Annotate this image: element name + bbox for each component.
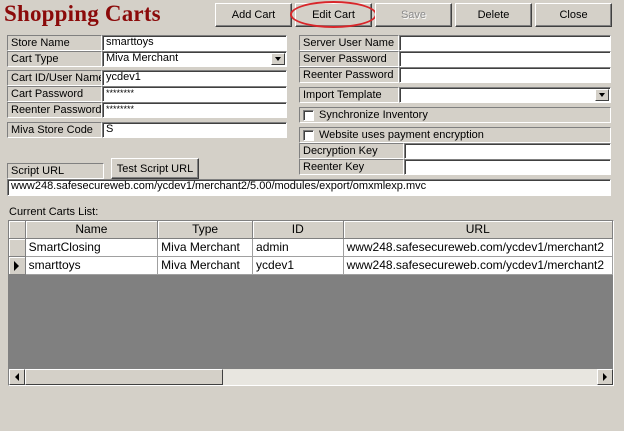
scroll-left-icon [15, 373, 19, 381]
scroll-right-button[interactable] [597, 369, 613, 385]
cell-id[interactable]: admin [252, 238, 344, 257]
server-password-label: Server Password [299, 51, 399, 67]
server-reenter-password-field[interactable] [399, 67, 611, 83]
combo-arrow-icon[interactable] [595, 89, 609, 101]
horizontal-scrollbar[interactable] [9, 369, 613, 385]
sync-inventory-checkbox[interactable]: Synchronize Inventory [299, 107, 611, 123]
reenter-key-label: Reenter Key [299, 159, 404, 175]
cell-name[interactable]: SmartClosing [25, 238, 159, 257]
edit-cart-button[interactable]: Edit Cart [295, 3, 372, 27]
combo-arrow-icon[interactable] [271, 53, 285, 65]
reenter-password-label: Reenter Password [7, 102, 102, 118]
cart-password-label: Cart Password [7, 86, 102, 102]
column-header-id[interactable]: ID [252, 221, 344, 239]
table-row[interactable]: SmartClosing Miva Merchant admin www248.… [9, 238, 613, 257]
cell-id[interactable]: ycdev1 [252, 256, 344, 275]
cell-type[interactable]: Miva Merchant [157, 238, 254, 257]
miva-store-code-label: Miva Store Code [7, 122, 102, 138]
import-template-select[interactable] [399, 87, 611, 103]
carts-grid[interactable]: Name Type ID URL SmartClosing Miva Merch… [8, 220, 614, 386]
script-url-field[interactable]: www248.safesecureweb.com/ycdev1/merchant… [7, 179, 611, 196]
scroll-left-button[interactable] [9, 369, 25, 385]
payment-encryption-checkbox[interactable]: Website uses payment encryption [299, 127, 611, 143]
page-title: Shopping Carts [4, 1, 161, 26]
table-row-selected[interactable]: smarttoys Miva Merchant ycdev1 www248.sa… [9, 256, 613, 275]
row-indicator[interactable] [9, 256, 26, 275]
cell-type[interactable]: Miva Merchant [157, 256, 254, 275]
decryption-key-label: Decryption Key [299, 143, 404, 159]
decryption-key-field[interactable] [404, 143, 611, 159]
add-cart-button[interactable]: Add Cart [215, 3, 292, 27]
row-indicator[interactable] [9, 238, 26, 257]
column-header-url[interactable]: URL [343, 221, 613, 239]
script-url-label: Script URL [7, 163, 104, 179]
delete-button[interactable]: Delete [455, 3, 532, 27]
carts-list-label: Current Carts List: [9, 206, 99, 218]
checkbox-icon[interactable] [303, 109, 314, 121]
column-header-name[interactable]: Name [25, 221, 159, 239]
grid-corner [9, 221, 26, 239]
reenter-key-field[interactable] [404, 159, 611, 175]
row-pointer-icon [14, 260, 19, 271]
store-name-field[interactable]: smarttoys [102, 35, 287, 51]
close-button[interactable]: Close [535, 3, 612, 27]
cell-url[interactable]: www248.safesecureweb.com/ycdev1/merchant… [343, 256, 613, 275]
test-script-url-button[interactable]: Test Script URL [111, 158, 199, 179]
cart-id-label: Cart ID/User Name [7, 70, 102, 86]
store-name-label: Store Name [7, 35, 102, 51]
save-button[interactable]: Save [375, 3, 452, 27]
column-header-type[interactable]: Type [157, 221, 254, 239]
scroll-right-icon [603, 373, 607, 381]
cell-name[interactable]: smarttoys [25, 256, 159, 275]
cart-type-select[interactable]: Miva Merchant [102, 51, 287, 67]
import-template-label: Import Template [299, 87, 399, 103]
cart-type-label: Cart Type [7, 51, 102, 67]
server-reenter-password-label: Reenter Password [299, 67, 399, 83]
cell-url[interactable]: www248.safesecureweb.com/ycdev1/merchant… [343, 238, 613, 257]
server-user-field[interactable] [399, 35, 611, 51]
server-password-field[interactable] [399, 51, 611, 67]
miva-store-code-field[interactable]: S [102, 122, 287, 138]
cart-id-field[interactable]: ycdev1 [102, 70, 287, 86]
checkbox-icon[interactable] [303, 129, 314, 141]
cart-password-field[interactable]: ******** [102, 86, 287, 102]
scroll-thumb[interactable] [25, 369, 223, 385]
reenter-password-field[interactable]: ******** [102, 102, 287, 118]
grid-header-row: Name Type ID URL [9, 221, 613, 239]
server-user-label: Server User Name [299, 35, 399, 51]
